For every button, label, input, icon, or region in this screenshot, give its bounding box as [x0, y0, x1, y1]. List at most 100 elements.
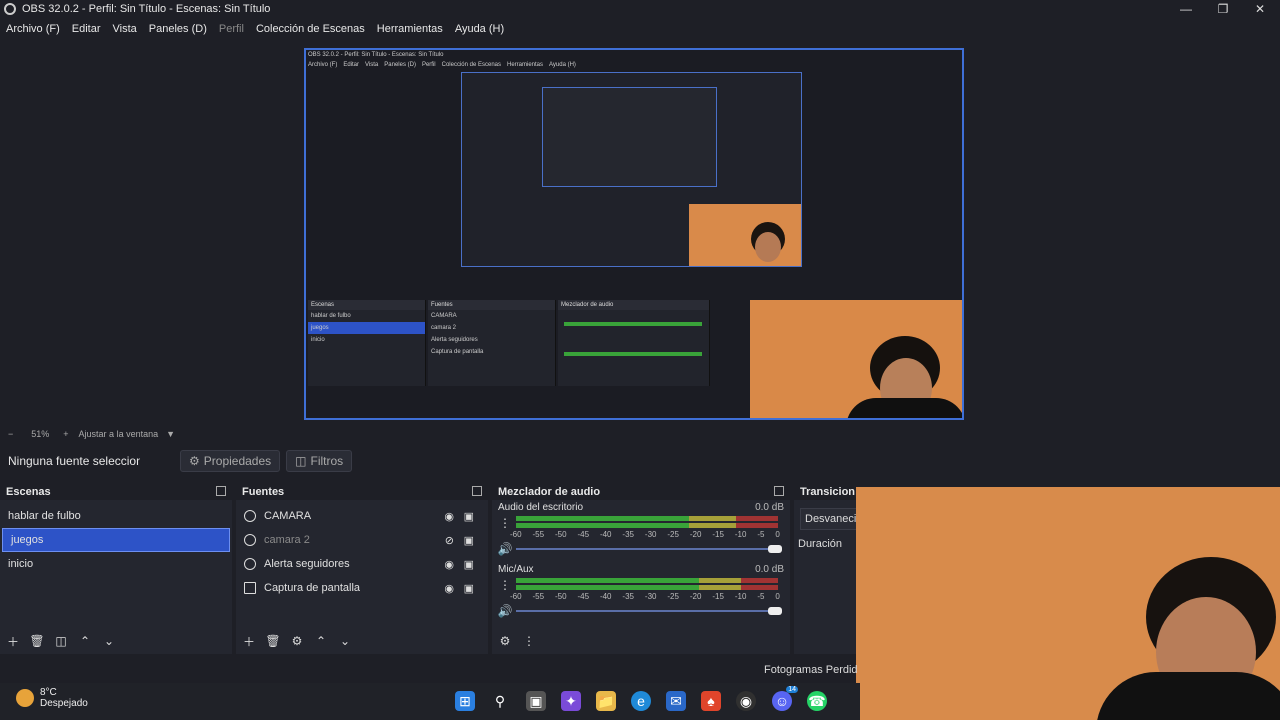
- menu-item[interactable]: Ayuda (H): [455, 23, 504, 35]
- scale-tick: -45: [577, 530, 590, 539]
- eye-icon[interactable]: ◉: [444, 582, 454, 595]
- meter-scale: -60 -55 -50 -45 -40 -35 -30 -25 -20 -15 -10 -5 0: [510, 530, 780, 539]
- eye-icon[interactable]: ◉: [444, 558, 454, 571]
- speaker-icon[interactable]: 🔊: [498, 604, 513, 618]
- windows-start-icon[interactable]: ⊞: [455, 691, 475, 711]
- volume-meter: [516, 516, 778, 521]
- file-explorer-icon[interactable]: 📁: [596, 691, 616, 711]
- no-source-selected-label: Ninguna fuente seleccionada: [8, 454, 140, 468]
- slider-knob[interactable]: [768, 607, 782, 615]
- channel-menu-icon[interactable]: ⋮: [498, 578, 512, 592]
- menu-item[interactable]: Vista: [113, 23, 137, 35]
- scenes-dock: Escenas hablar de fulbo juegos inicio ＋ 🗑 …: [0, 484, 232, 654]
- menu-item[interactable]: Colección de Escenas: [256, 23, 365, 35]
- menu-item[interactable]: Archivo (F): [6, 23, 60, 35]
- close-button[interactable]: ✕: [1242, 0, 1278, 18]
- mixer-channel: Audio del escritorio 0.0 dB -60 -55 -50 -45 -4…: [492, 500, 790, 562]
- scene-item[interactable]: juegos: [2, 528, 230, 552]
- transition-select[interactable]: Desvanecim: [800, 508, 856, 530]
- volume-slider[interactable]: [516, 545, 782, 553]
- menu-item[interactable]: Perfil: [219, 23, 244, 35]
- source-settings-button[interactable]: ⚙: [290, 634, 304, 648]
- copilot-icon[interactable]: ✦: [561, 691, 581, 711]
- volume-meter: [516, 578, 778, 583]
- undock-icon[interactable]: [216, 486, 226, 496]
- filters-button[interactable]: ◫ Filtros: [286, 450, 353, 472]
- move-down-button[interactable]: ⌄: [102, 634, 116, 648]
- nested-webcam-large: [750, 300, 962, 418]
- frames-dropped-label: Fotogramas Perdid: [764, 664, 858, 676]
- add-scene-button[interactable]: ＋: [6, 634, 20, 649]
- scale-tick: 0: [775, 530, 780, 539]
- brave-icon[interactable]: ♠: [701, 691, 721, 711]
- zoom-bar: − 51% + Ajustar a la ventana ▼: [0, 427, 1280, 441]
- lock-icon[interactable]: ▣: [464, 534, 474, 547]
- menu-item[interactable]: Herramientas: [377, 23, 443, 35]
- source-item[interactable]: camara 2 ⊘ ▣: [236, 528, 488, 552]
- obs-taskbar-icon[interactable]: ◉: [736, 691, 756, 711]
- scale-tick: -40: [599, 530, 612, 539]
- menu-item[interactable]: Editar: [72, 23, 101, 35]
- eye-hidden-icon[interactable]: ⊘: [445, 534, 454, 547]
- channel-db: 0.0 dB: [755, 502, 784, 513]
- whatsapp-icon[interactable]: ☎: [807, 691, 827, 711]
- scale-tick: -15: [712, 592, 724, 601]
- source-item[interactable]: Alerta seguidores ◉ ▣: [236, 552, 488, 576]
- scene-filters-button[interactable]: ◫: [54, 634, 68, 648]
- fit-window-label[interactable]: Ajustar a la ventana: [79, 429, 159, 439]
- remove-source-button[interactable]: 🗑: [265, 634, 280, 648]
- source-item[interactable]: CAMARA ◉ ▣: [236, 504, 488, 528]
- scale-tick: -55: [532, 592, 545, 601]
- scale-tick: -50: [554, 592, 567, 601]
- move-up-button[interactable]: ⌃: [78, 634, 92, 648]
- temperature-label: 8°C: [40, 687, 57, 698]
- scale-tick: -5: [757, 530, 765, 539]
- stream-preview[interactable]: OBS 32.0.2 - Perfil: Sin Título - Escena…: [304, 48, 964, 420]
- mixer-settings-button[interactable]: ⚙: [498, 634, 512, 648]
- volume-slider[interactable]: [516, 607, 782, 615]
- scale-tick: -60: [510, 592, 522, 601]
- sun-icon: [16, 689, 34, 707]
- zoom-in-button[interactable]: +: [63, 429, 68, 439]
- volume-meter: [516, 523, 778, 528]
- search-icon[interactable]: ⚲: [490, 691, 510, 711]
- lock-icon[interactable]: ▣: [464, 510, 474, 523]
- mixer-channel: Mic/Aux 0.0 dB -60 -55 -50 -45 -40 -35 -30 -25 -20…: [492, 562, 790, 624]
- undock-icon[interactable]: [774, 486, 784, 496]
- sources-header: Fuentes: [236, 484, 488, 500]
- lock-icon[interactable]: ▣: [464, 582, 474, 595]
- move-down-button[interactable]: ⌄: [338, 634, 352, 648]
- source-label: Alerta seguidores: [264, 558, 350, 570]
- speaker-icon[interactable]: 🔊: [498, 542, 513, 556]
- eye-icon[interactable]: ◉: [444, 510, 454, 523]
- task-view-icon[interactable]: ▣: [526, 691, 546, 711]
- mixer-menu-button[interactable]: ⋮: [522, 634, 536, 648]
- minimize-button[interactable]: —: [1168, 0, 1204, 18]
- lock-icon[interactable]: ▣: [464, 558, 474, 571]
- move-up-button[interactable]: ⌃: [314, 634, 328, 648]
- scene-item[interactable]: inicio: [0, 552, 232, 576]
- scene-item[interactable]: hablar de fulbo: [0, 504, 232, 528]
- properties-button[interactable]: ⚙ Propiedades: [180, 450, 281, 472]
- transitions-header: Transicion: [794, 484, 856, 500]
- scale-tick: -25: [667, 592, 679, 601]
- discord-icon[interactable]: ☺ 14: [772, 686, 798, 711]
- outlook-icon[interactable]: ✉: [666, 691, 686, 711]
- menu-bar: Archivo (F) Editar Vista Paneles (D) Perfil C…: [0, 20, 510, 38]
- weather-widget[interactable]: 8°C Despejado: [16, 687, 88, 709]
- undock-icon[interactable]: [472, 486, 482, 496]
- add-source-button[interactable]: ＋: [242, 634, 256, 649]
- source-label: camara 2: [264, 534, 310, 546]
- chevron-down-icon[interactable]: ▼: [166, 429, 175, 439]
- edge-icon[interactable]: e: [631, 691, 651, 711]
- scale-tick: -60: [510, 530, 522, 539]
- slider-knob[interactable]: [768, 545, 782, 553]
- scale-tick: -40: [599, 592, 612, 601]
- menu-item[interactable]: Paneles (D): [149, 23, 207, 35]
- zoom-out-button[interactable]: −: [8, 429, 13, 439]
- remove-scene-button[interactable]: 🗑: [29, 634, 44, 648]
- restore-button[interactable]: ❐: [1205, 0, 1241, 18]
- channel-menu-icon[interactable]: ⋮: [498, 516, 512, 530]
- scale-tick: -35: [622, 530, 634, 539]
- source-item[interactable]: Captura de pantalla ◉ ▣: [236, 576, 488, 600]
